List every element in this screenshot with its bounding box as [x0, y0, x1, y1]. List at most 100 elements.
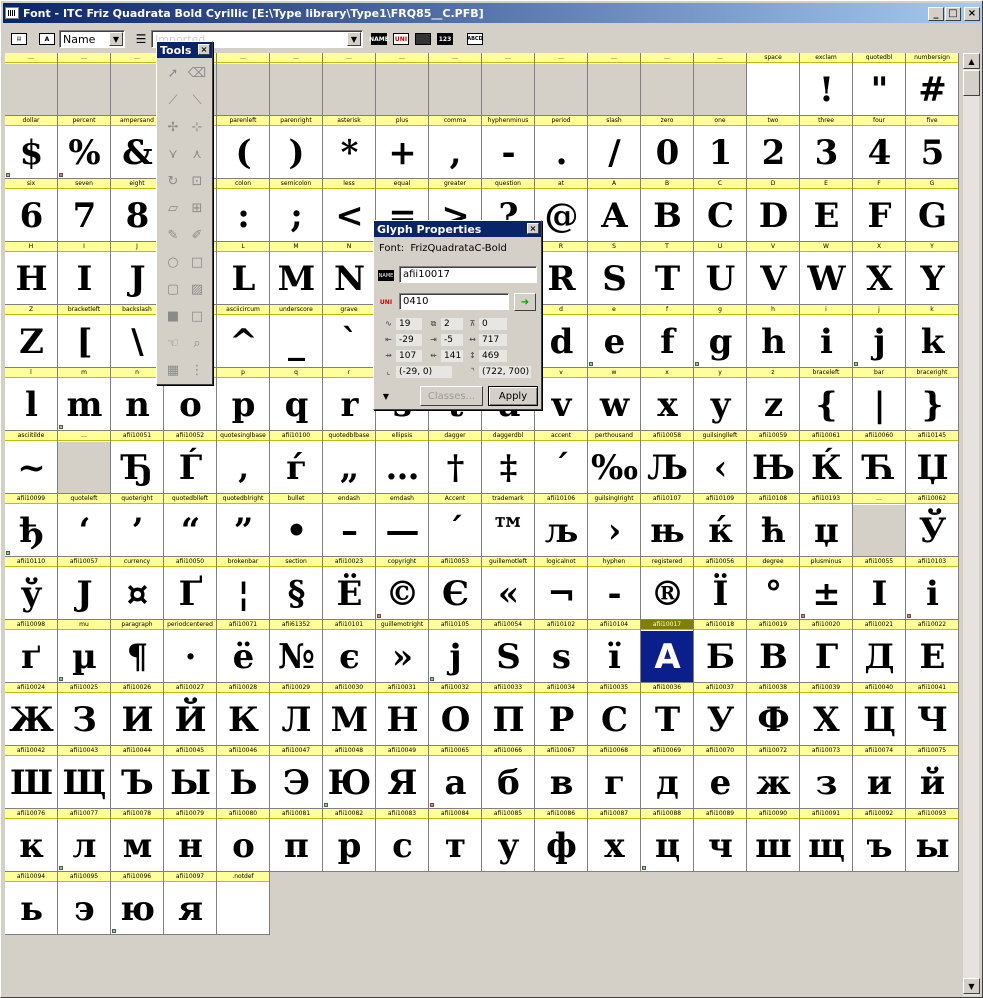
glyph-cell[interactable]: afii10025 З [58, 683, 111, 746]
glyph-cell[interactable]: afii10092 ъ [853, 809, 906, 872]
glyph-cell[interactable]: afii10053 Є [429, 557, 482, 620]
glyph-cell[interactable]: afii10028 К [217, 683, 270, 746]
glyph-cell[interactable]: afii10042 Ш [5, 746, 58, 809]
glyph-cell[interactable]: guilsinglleft ‹ [694, 431, 747, 494]
glyph-cell[interactable]: dd [535, 305, 588, 368]
glyph-cell[interactable]: zero 0 [641, 116, 694, 179]
glyph-cell[interactable]: xx [641, 368, 694, 431]
glyph-cell[interactable]: afii10030 М [323, 683, 376, 746]
glyph-cell[interactable]: … [641, 53, 694, 116]
glyph-cell[interactable]: asciicircum ^ [217, 305, 270, 368]
chevron-down-icon[interactable]: ▼ [347, 32, 361, 46]
glyph-cell[interactable]: CC [694, 179, 747, 242]
glyph-cell[interactable]: afii10088 ц [641, 809, 694, 872]
glyph-cell[interactable]: quotedblbase „ [323, 431, 376, 494]
glyph-cell[interactable]: … [217, 53, 270, 116]
glyph-cell[interactable]: YY [906, 242, 959, 305]
metric-lsb[interactable]: -29 [396, 334, 422, 346]
metric-width[interactable]: 19 [396, 318, 422, 330]
glyph-cell[interactable]: at @ [535, 179, 588, 242]
glyph-cell[interactable]: grave ` [323, 305, 376, 368]
glyph-cell[interactable]: XX [853, 242, 906, 305]
glyph-cell[interactable]: less < [323, 179, 376, 242]
glyph-cell[interactable]: guilsinglright › [588, 494, 641, 557]
glyph-cell[interactable]: … [853, 494, 906, 557]
glyph-cell[interactable]: afii10036 Т [641, 683, 694, 746]
glyph-cell[interactable]: afii10079 н [164, 809, 217, 872]
glyph-cell[interactable]: … [694, 53, 747, 116]
glyph-cell[interactable]: FF [853, 179, 906, 242]
glyph-cell[interactable]: afii10193 џ [800, 494, 853, 557]
glyph-cell[interactable]: ellipsis… [376, 431, 429, 494]
glyph-cell[interactable]: ee [588, 305, 641, 368]
glyph-cell[interactable]: II [58, 242, 111, 305]
glyph-cell[interactable]: afii10086 ф [535, 809, 588, 872]
glyph-cell[interactable]: percent% [58, 116, 111, 179]
glyph-cell[interactable]: HH [5, 242, 58, 305]
close-icon[interactable]: × [198, 44, 210, 55]
glyph-cell[interactable]: hyphen - [588, 557, 641, 620]
add-point-tool-icon[interactable]: ✢ [163, 117, 183, 137]
glyph-cell[interactable]: afii10057 Ј [58, 557, 111, 620]
glyph-cell[interactable]: afii10031 Н [376, 683, 429, 746]
glyph-cell[interactable]: afii10037 У [694, 683, 747, 746]
apply-unicode-icon[interactable]: ➜ [514, 293, 536, 311]
glyph-cell[interactable]: kk [906, 305, 959, 368]
code-number-icon[interactable]: 123 [435, 29, 455, 49]
metric-advance[interactable]: 717 [479, 334, 507, 346]
ellipse-tool-icon[interactable]: ○ [163, 252, 183, 272]
glyph-cell[interactable]: exclam! [800, 53, 853, 116]
glyph-cell[interactable]: afii10039 Х [800, 683, 853, 746]
glyph-cell[interactable]: quotedblleft “ [164, 494, 217, 557]
glyph-cell[interactable]: afii10056 Ї [694, 557, 747, 620]
glyph-cell[interactable]: .notdef [217, 872, 270, 935]
glyph-cell[interactable]: SS [588, 242, 641, 305]
glyph-cell[interactable]: degree ° [747, 557, 800, 620]
glyph-cell[interactable]: … [535, 53, 588, 116]
glyph-cell[interactable]: pp [217, 368, 270, 431]
scale-tool-icon[interactable]: ⊡ [187, 171, 207, 191]
glyph-cell[interactable]: afii10108 ћ [747, 494, 800, 557]
glyph-cell[interactable]: afii10035 С [588, 683, 641, 746]
glyph-cell[interactable]: afii10097 я [164, 872, 217, 935]
glyph-cell[interactable]: afii10080 о [217, 809, 270, 872]
glyph-cell[interactable]: quoteright ’ [111, 494, 164, 557]
glyph-cell[interactable]: qq [270, 368, 323, 431]
glyph-cell[interactable]: ll [5, 368, 58, 431]
glyph-cell[interactable]: yy [694, 368, 747, 431]
glyph-cell[interactable]: … [323, 53, 376, 116]
glyph-cell[interactable]: perthousand ‰ [588, 431, 641, 494]
unicode-field[interactable]: 0410 [399, 293, 509, 310]
glyph-cell[interactable]: afii10044 Ъ [111, 746, 164, 809]
glyph-cell[interactable]: NN [323, 242, 376, 305]
glyph-cell[interactable]: afii10084 т [429, 809, 482, 872]
glyph-cell[interactable]: afii10047 Э [270, 746, 323, 809]
glyph-cell[interactable]: bar | [853, 368, 906, 431]
rectangle-tool-icon[interactable]: □ [187, 252, 207, 272]
chevron-down-icon[interactable]: ▼ [109, 32, 123, 46]
glyph-cell[interactable]: afii10027 Й [164, 683, 217, 746]
glyph-cell[interactable]: … [58, 53, 111, 116]
scroll-down-icon[interactable]: ▼ [963, 978, 980, 994]
abcd-icon[interactable]: ABCD [465, 29, 485, 49]
glyph-cell[interactable]: semicolon; [270, 179, 323, 242]
vertical-scrollbar[interactable]: ▲ ▼ [962, 53, 980, 996]
glyph-cell[interactable]: afii10061 Ќ [800, 431, 853, 494]
glyph-cell[interactable]: afii10077 л [58, 809, 111, 872]
glyph-cell[interactable]: afii10049 Я [376, 746, 429, 809]
glyph-cell[interactable]: plusminus ± [800, 557, 853, 620]
maximize-button[interactable]: □ [945, 7, 961, 21]
glyph-cell[interactable]: afii10029 Л [270, 683, 323, 746]
close-icon[interactable]: × [527, 223, 539, 234]
glyph-cell[interactable]: six 6 [5, 179, 58, 242]
glyph-cell[interactable]: afii10110 ў [5, 557, 58, 620]
glyph-cell[interactable]: copyright © [376, 557, 429, 620]
glyph-cell[interactable]: jj [853, 305, 906, 368]
glyph-cell[interactable]: afii10019 В [747, 620, 800, 683]
glyph-cell[interactable]: afii10018 Б [694, 620, 747, 683]
glyph-cell[interactable]: four 4 [853, 116, 906, 179]
glyph-cell[interactable]: ZZ [5, 305, 58, 368]
pencil-tool-icon[interactable]: ✎ [163, 225, 183, 245]
glyph-cell[interactable]: MM [270, 242, 323, 305]
glyph-cell[interactable]: afii10021 Д [853, 620, 906, 683]
